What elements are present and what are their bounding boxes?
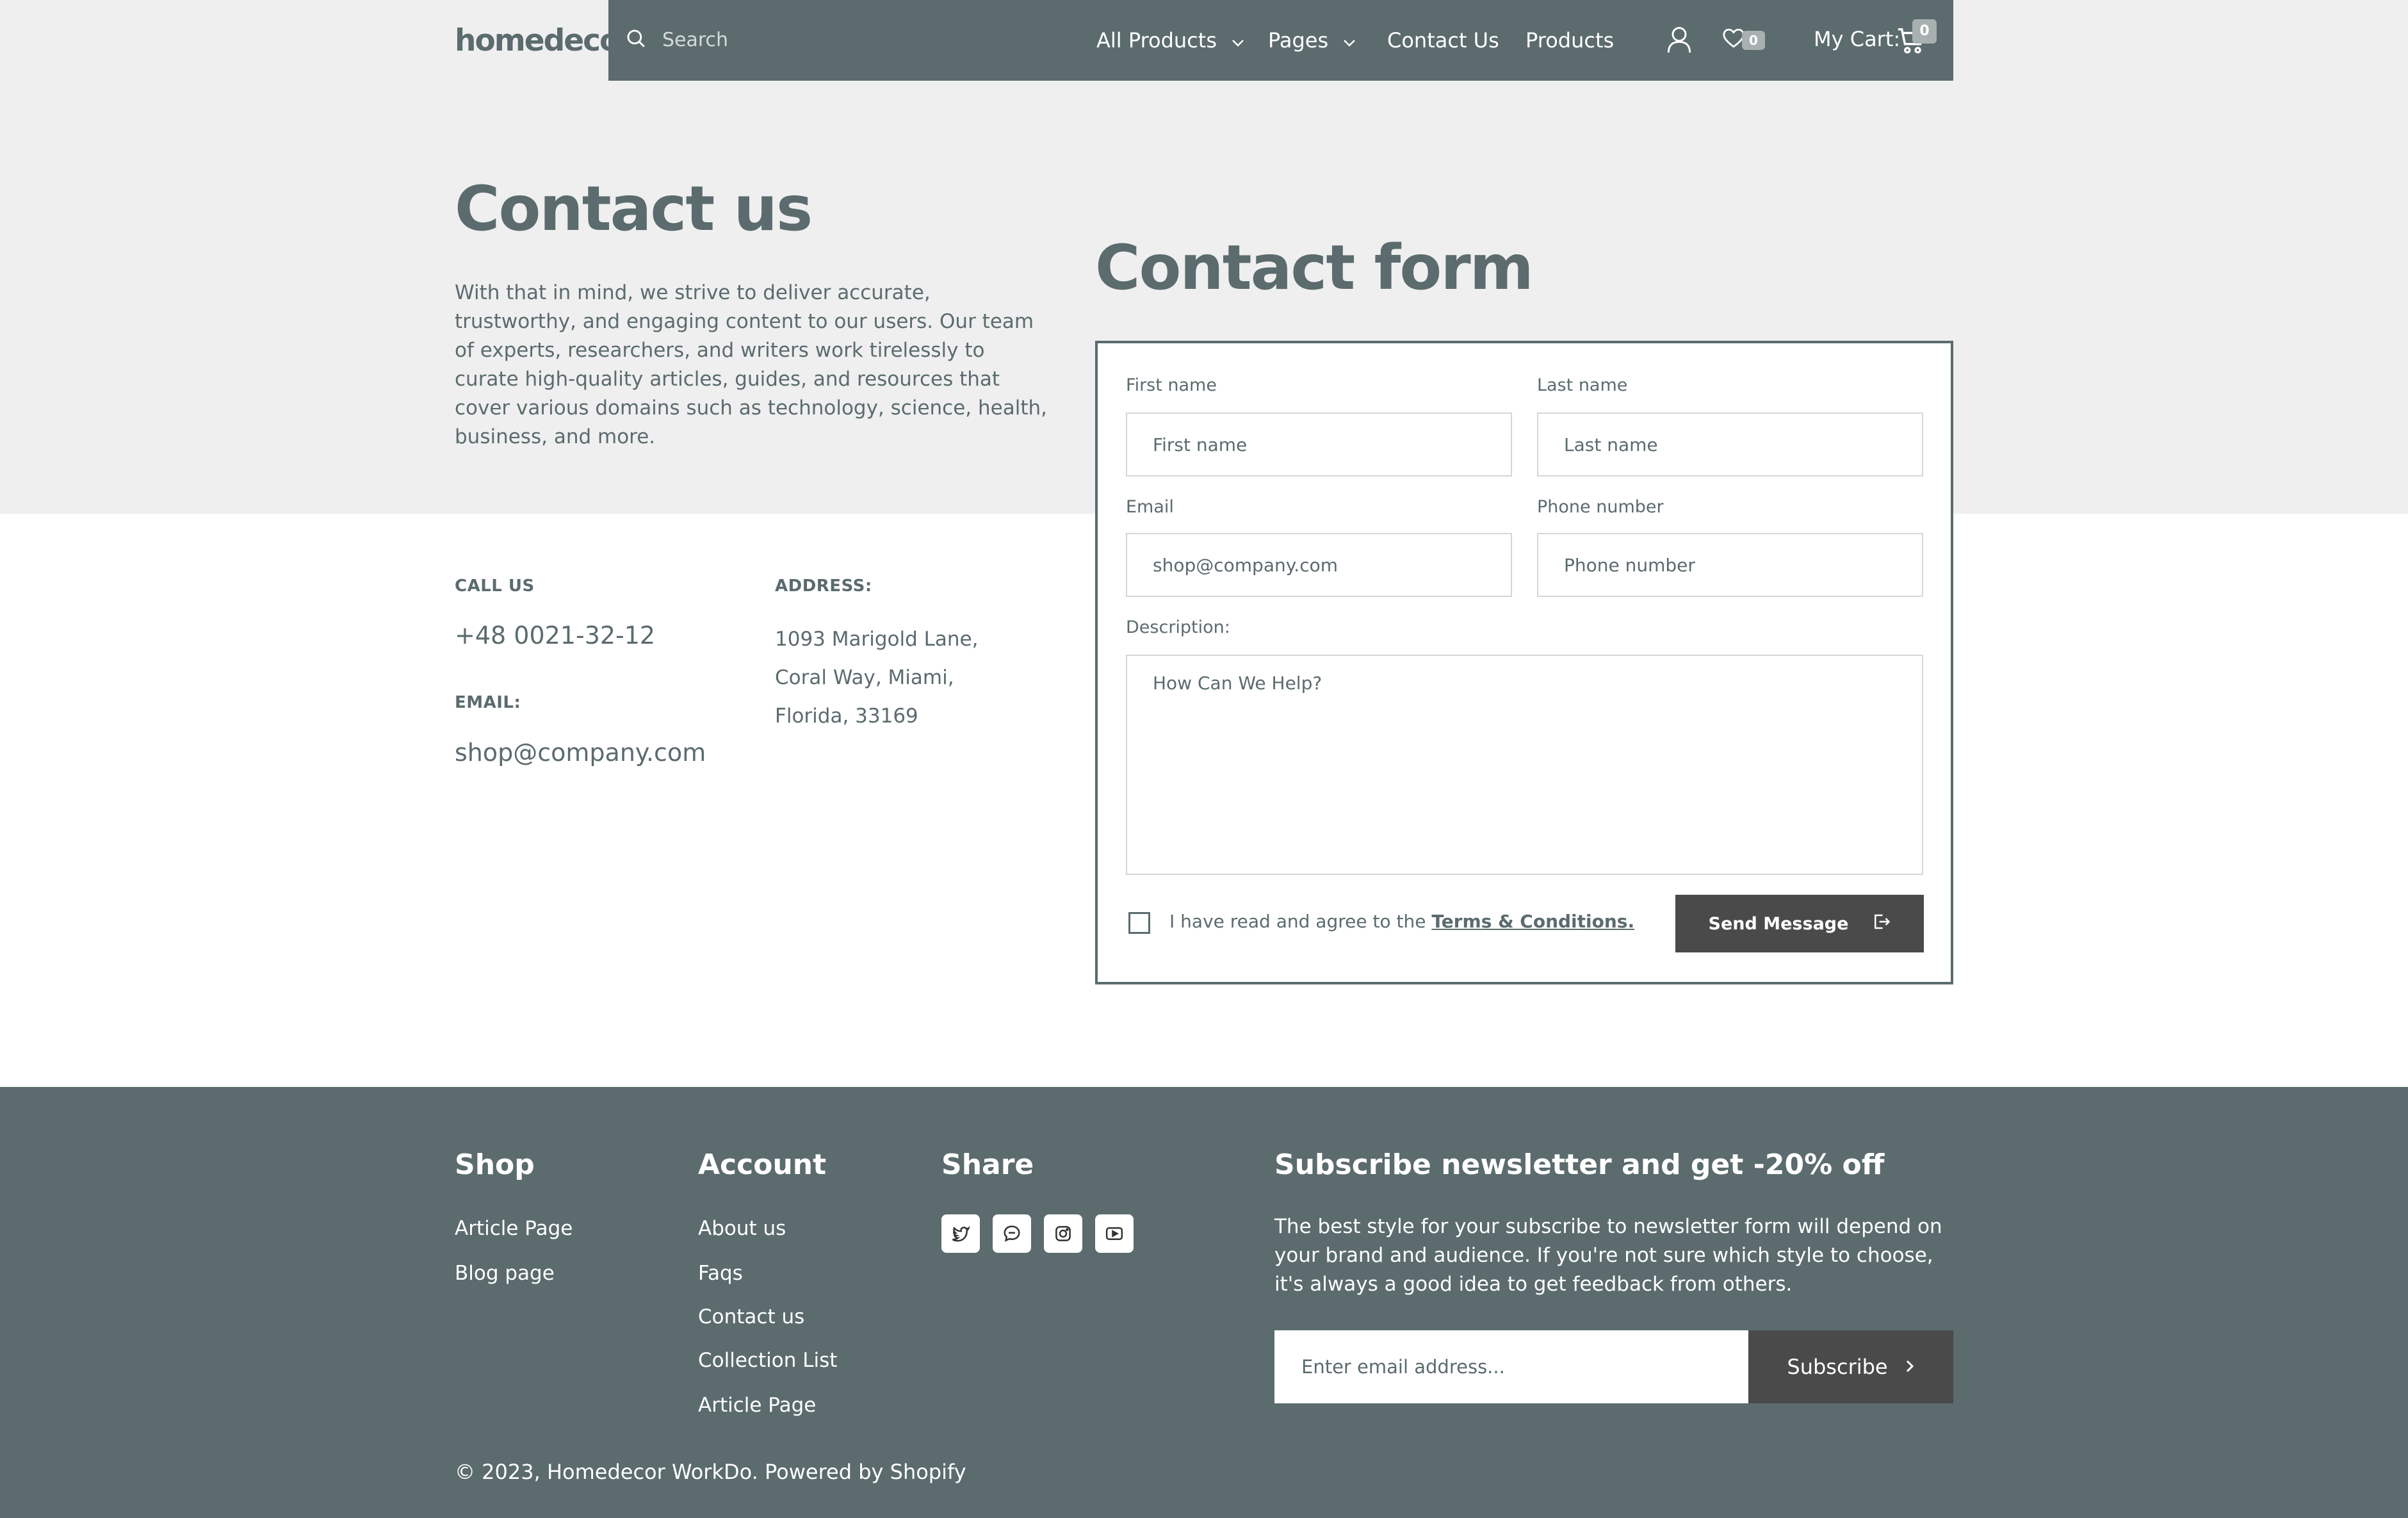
contact-form: First name Last name Email Phone number … [1095,341,1953,984]
youtube-icon[interactable] [1095,1214,1134,1253]
email-address[interactable]: shop@company.com [455,739,706,767]
wishlist-count-badge: 0 [1742,31,1765,50]
first-name-label: First name [1126,375,1217,395]
address-line: Florida, 33169 [775,705,918,728]
description-field[interactable] [1126,655,1923,875]
nav-pages[interactable]: Pages [1268,28,1356,53]
address-label: ADDRESS: [775,576,872,596]
terms-agreement: I have read and agree to the Terms & Con… [1169,911,1634,932]
last-name-field[interactable] [1537,412,1923,477]
description-label: Description: [1126,617,1230,637]
footer-account-heading: Account [698,1148,827,1181]
nav-all-products-label: All Products [1096,28,1217,53]
intro-text: With that in mind, we strive to deliver … [455,281,1047,448]
send-message-button[interactable]: Send Message [1675,895,1924,952]
last-name-label: Last name [1537,375,1628,395]
copyright-text: © 2023, Homedecor WorkDo. Powered by Sho… [455,1460,966,1484]
footer-link-article-page[interactable]: Article Page [455,1217,573,1240]
first-name-field[interactable] [1126,412,1512,477]
footer-share-heading: Share [941,1148,1034,1181]
footer-link-collection-list[interactable]: Collection List [698,1349,837,1372]
subscribe-button[interactable]: Subscribe [1748,1330,1953,1403]
search-bar [625,28,994,52]
newsletter-email-input[interactable] [1274,1330,1748,1403]
footer-link-blog-page[interactable]: Blog page [455,1262,555,1285]
send-icon [1848,912,1891,936]
chevron-down-icon [1231,28,1245,53]
footer-link-about-us[interactable]: About us [698,1217,786,1240]
email-field[interactable] [1126,533,1512,597]
chevron-down-icon [1342,28,1356,53]
email-field-label: Email [1126,497,1174,517]
address-line: 1093 Marigold Lane, [775,628,979,651]
cart-label[interactable]: My Cart: [1814,27,1900,51]
newsletter-heading: Subscribe newsletter and get -20% off [1274,1148,1885,1181]
chevron-right-icon [1888,1355,1915,1379]
email-label: EMAIL: [455,693,521,712]
footer-shop-heading: Shop [455,1148,535,1181]
phone-field[interactable] [1537,533,1923,597]
phone-field-label: Phone number [1537,497,1664,517]
footer-link-contact-us[interactable]: Contact us [698,1305,804,1328]
address-line: Coral Way, Miami, [775,666,954,689]
user-icon[interactable] [1666,26,1692,56]
call-us-label: CALL US [455,576,535,596]
top-navbar: All Products Pages Contact Us Products 0… [608,0,1953,81]
search-input[interactable] [661,28,994,52]
instagram-icon[interactable] [1044,1214,1082,1253]
nav-products[interactable]: Products [1525,28,1614,53]
subscribe-label: Subscribe [1787,1355,1888,1379]
send-message-label: Send Message [1708,913,1849,934]
logo[interactable]: homedecor [455,23,633,58]
terms-checkbox[interactable] [1128,912,1150,934]
form-title: Contact form [1095,232,1534,304]
agree-text: I have read and agree to the [1169,911,1426,932]
footer-link-article-page[interactable]: Article Page [698,1394,816,1417]
nav-all-products[interactable]: All Products [1096,28,1245,53]
search-icon[interactable] [625,28,647,52]
twitter-icon[interactable] [941,1214,980,1253]
footer-link-faqs[interactable]: Faqs [698,1262,743,1285]
message-icon[interactable] [993,1214,1031,1253]
page-title: Contact us [455,173,813,245]
newsletter-text: The best style for your subscribe to new… [1274,1215,1942,1296]
phone-number[interactable]: +48 0021-32-12 [455,621,655,649]
address-block: 1093 Marigold Lane, Coral Way, Miami, Fl… [775,620,978,735]
terms-link[interactable]: Terms & Conditions. [1431,911,1634,932]
cart-count-badge: 0 [1912,19,1937,44]
footer: Shop Article Page Blog page Account Abou… [0,1087,2408,1518]
nav-contact-us[interactable]: Contact Us [1387,28,1499,53]
nav-pages-label: Pages [1268,28,1329,53]
